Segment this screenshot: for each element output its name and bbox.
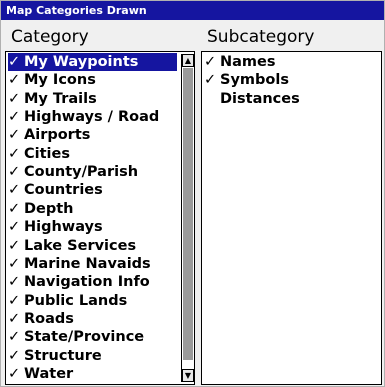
category-list-item[interactable]: ✓ My Trails: [8, 90, 97, 108]
category-list-item[interactable]: ✓ Depth: [8, 200, 74, 218]
category-item-label: Airports: [24, 127, 91, 144]
checkmark-icon: ✓: [8, 200, 21, 217]
category-item-label: Water: [24, 365, 74, 382]
category-item-label: Navigation Info: [24, 274, 150, 291]
checkmark-icon: ✓: [8, 347, 21, 364]
checkmark-icon: ✓: [204, 72, 217, 89]
category-item-label: Marine Navaids: [24, 255, 151, 272]
category-list-item[interactable]: ✓ County/Parish: [8, 163, 138, 181]
map-categories-window: Map Categories Drawn Category Subcategor…: [0, 0, 385, 387]
scroll-down-arrow-icon[interactable]: ▼: [182, 369, 194, 382]
subcategory-list-item[interactable]: ✓ Symbols: [204, 71, 289, 89]
category-item-label: Public Lands: [24, 292, 128, 309]
category-list-item[interactable]: ✓ Countries: [8, 181, 103, 199]
category-list-item[interactable]: ✓ Water: [8, 365, 73, 383]
checkmark-icon: ✓: [8, 145, 21, 162]
category-list-item[interactable]: ✓ Cities: [8, 145, 70, 163]
category-list-item[interactable]: ✓ Public Lands: [8, 292, 127, 310]
checkmark-icon: ✓: [8, 329, 21, 346]
subcategory-list-item[interactable]: Distances: [204, 90, 300, 108]
category-item-label: Depth: [24, 200, 74, 217]
subcategory-list[interactable]: ✓ Names ✓ Symbols Distances: [201, 51, 382, 385]
subcategory-item-label: Names: [220, 54, 276, 70]
category-list-item[interactable]: ✓ Navigation Info: [8, 273, 150, 291]
category-item-label: State/Province: [24, 329, 145, 346]
checkmark-icon: ✓: [8, 219, 21, 236]
category-list-item[interactable]: ✓ My Waypoints: [8, 53, 177, 71]
category-item-label: Countries: [24, 182, 103, 199]
checkmark-icon: ✓: [8, 365, 21, 382]
category-list-item[interactable]: ✓ My Icons: [8, 71, 96, 89]
checkmark-icon: ✓: [8, 127, 21, 144]
category-item-label: My Trails: [24, 90, 97, 107]
checkmark-icon: ✓: [8, 90, 21, 107]
category-list-item[interactable]: ✓ Lake Services: [8, 237, 136, 255]
category-list-item[interactable]: ✓ Airports: [8, 126, 90, 144]
category-item-label: Highways: [24, 219, 103, 236]
checkmark-icon: ✓: [8, 310, 21, 327]
checkmark-icon: ✓: [8, 164, 21, 181]
category-scrollbar[interactable]: ▲ ▼: [181, 54, 194, 382]
checkmark-icon: ✓: [8, 182, 21, 199]
category-list-item[interactable]: ✓ State/Province: [8, 328, 144, 346]
checkmark-icon: ✓: [8, 274, 21, 291]
category-list-item[interactable]: ✓ Highways: [8, 218, 103, 236]
category-list-item[interactable]: ✓ Roads: [8, 310, 74, 328]
category-item-label: Roads: [24, 310, 74, 327]
category-item-label: My Icons: [24, 72, 96, 89]
category-item-label: Cities: [24, 145, 70, 162]
subcategory-item-label: Symbols: [220, 72, 289, 89]
category-item-label: Highways / Road: [24, 109, 160, 126]
category-item-label: Structure: [24, 347, 102, 364]
checkmark-icon: ✓: [8, 292, 21, 309]
category-list-item[interactable]: ✓ Marine Navaids: [8, 255, 151, 273]
category-list-item[interactable]: ✓ Highways / Road: [8, 108, 159, 126]
checkmark-icon: ✓: [8, 72, 21, 89]
category-item-label: My Waypoints: [24, 54, 139, 70]
scroll-up-arrow-icon[interactable]: ▲: [182, 54, 194, 67]
checkmark-icon: ✓: [8, 109, 21, 126]
window-title: Map Categories Drawn: [1, 1, 384, 20]
category-header: Category: [11, 27, 89, 47]
checkmark-icon: ✓: [8, 255, 21, 272]
category-item-label: Lake Services: [24, 237, 137, 254]
checkmark-icon: ✓: [204, 54, 217, 70]
subcategory-header: Subcategory: [207, 27, 315, 47]
checkmark-icon: ✓: [8, 54, 21, 70]
category-list-item[interactable]: ✓ Structure: [8, 347, 102, 365]
scroll-thumb[interactable]: [183, 68, 193, 360]
category-item-label: County/Parish: [24, 164, 139, 181]
category-list[interactable]: ▲ ▼ ✓ My Waypoints ✓ My Icons ✓ My Trails ✓ Hig…: [5, 51, 195, 385]
checkmark-icon: ✓: [8, 237, 21, 254]
subcategory-item-label: Distances: [220, 90, 300, 107]
subcategory-list-item[interactable]: ✓ Names: [204, 53, 276, 71]
